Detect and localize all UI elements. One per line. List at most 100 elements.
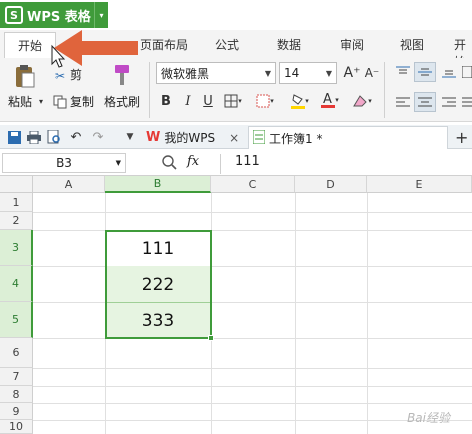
chevron-down-icon: ▾	[368, 97, 372, 105]
wps-logo-icon: S	[5, 6, 23, 24]
align-top-icon[interactable]	[394, 64, 412, 80]
chevron-down-icon: ▼	[115, 159, 121, 167]
chevron-down-icon: ▾	[238, 97, 242, 105]
grid-line	[33, 212, 472, 213]
spreadsheet-grid[interactable]: A B C D E 1 2 3 4 5 6 7 8 9 10 111 222 3…	[0, 176, 472, 434]
grid-line	[33, 230, 472, 231]
tab-my-wps-label: 我的WPS	[164, 131, 216, 145]
row-header-8[interactable]: 8	[0, 386, 33, 403]
tab-home[interactable]: 开始	[4, 32, 56, 58]
row-header-1[interactable]: 1	[0, 193, 33, 212]
paste-dropdown-icon[interactable]: ▾	[37, 96, 45, 106]
row-header-4[interactable]: 4	[0, 266, 33, 302]
annotation-arrow-icon	[51, 30, 138, 68]
row-header-2[interactable]: 2	[0, 212, 33, 230]
grid-line	[33, 368, 472, 369]
align-right-icon[interactable]	[440, 94, 458, 110]
app-title: WPS 表格	[27, 9, 91, 25]
row-header-7[interactable]: 7	[0, 368, 33, 386]
tab-page-layout[interactable]: 页面布局	[140, 36, 188, 53]
row-header-6[interactable]: 6	[0, 338, 33, 368]
align-left-icon[interactable]	[394, 94, 412, 110]
document-tab-bar: ↶ ↷ ▼ W 我的WPS × 工作簿1 * +	[0, 125, 472, 149]
fill-color-icon[interactable]: ▾	[288, 92, 312, 110]
tab-review[interactable]: 审阅	[340, 36, 364, 53]
align-center-icon[interactable]	[414, 92, 436, 112]
tab-my-wps[interactable]: W 我的WPS ×	[146, 126, 239, 149]
tab-data[interactable]: 数据	[277, 36, 301, 53]
paste-icon[interactable]	[12, 64, 38, 90]
select-all-corner[interactable]	[0, 176, 33, 193]
chevron-down-icon: ▾	[335, 96, 339, 104]
print-preview-icon[interactable]	[46, 129, 62, 145]
row-header-9[interactable]: 9	[0, 403, 33, 420]
column-header-e[interactable]: E	[367, 176, 472, 193]
name-box[interactable]: B3 ▼	[2, 153, 126, 173]
app-menu-button[interactable]: S WPS 表格 ▾	[0, 2, 108, 28]
chevron-down-icon: ▼	[325, 68, 332, 78]
chevron-down-icon: ▼	[264, 68, 271, 78]
row-header-10[interactable]: 10	[0, 420, 33, 434]
tab-view[interactable]: 视图	[400, 36, 424, 53]
ribbon-divider	[149, 62, 150, 118]
font-name-select[interactable]: 微软雅黑 ▼	[156, 62, 276, 84]
name-box-value: B3	[56, 156, 72, 170]
justify-icon[interactable]	[462, 94, 472, 110]
clear-format-icon[interactable]: ▾	[348, 92, 376, 110]
grid-line	[33, 338, 472, 339]
align-middle-icon[interactable]	[414, 62, 436, 82]
formula-input[interactable]: 111	[220, 154, 472, 174]
bold-button[interactable]: B	[158, 92, 174, 110]
font-size-value: 14	[284, 66, 300, 80]
grid-line	[33, 403, 472, 404]
borders-icon[interactable]: ▾	[222, 92, 244, 110]
close-icon[interactable]: ×	[229, 131, 239, 145]
column-header-c[interactable]: C	[211, 176, 295, 193]
formula-bar: B3 ▼ fx 111	[0, 151, 472, 176]
ribbon-divider	[384, 62, 385, 118]
chevron-down-icon: ▾	[305, 97, 309, 105]
tab-workbook1-label: 工作簿1 *	[269, 131, 323, 146]
grid-line	[33, 386, 472, 387]
column-header-b[interactable]: B	[105, 176, 211, 193]
grid-line	[33, 302, 472, 303]
row-header-3[interactable]: 3	[0, 230, 33, 266]
svg-text:A: A	[323, 92, 332, 107]
app-dropdown-icon[interactable]: ▾	[94, 2, 108, 28]
save-icon[interactable]	[6, 129, 22, 145]
title-bar: S WPS 表格 ▾	[0, 0, 472, 28]
zoom-search-icon[interactable]	[162, 155, 178, 171]
redo-icon[interactable]: ↷	[90, 129, 106, 145]
print-icon[interactable]	[26, 129, 42, 145]
chevron-down-icon: ▾	[270, 97, 274, 105]
cell-b3[interactable]: 111	[106, 231, 210, 266]
quick-access-dropdown-icon[interactable]: ▼	[122, 129, 138, 145]
tab-workbook1[interactable]: 工作簿1 *	[248, 126, 448, 149]
cell-b4[interactable]: 222	[106, 267, 210, 302]
paste-button[interactable]: 粘贴	[8, 93, 32, 110]
font-name-value: 微软雅黑	[161, 66, 210, 81]
grid-line	[33, 266, 472, 267]
underline-button[interactable]: U	[200, 92, 216, 110]
font-color-icon[interactable]: A ▾	[318, 90, 342, 110]
increase-font-button[interactable]: A⁺	[343, 64, 361, 82]
decrease-font-button[interactable]: A⁻	[363, 64, 381, 82]
font-size-select[interactable]: 14 ▼	[279, 62, 337, 84]
row-header-5[interactable]: 5	[0, 302, 33, 338]
column-header-a[interactable]: A	[33, 176, 105, 193]
undo-icon[interactable]: ↶	[68, 129, 84, 145]
copy-icon[interactable]	[52, 94, 68, 110]
tab-formulas[interactable]: 公式	[215, 36, 239, 53]
cell-b5[interactable]: 333	[106, 303, 210, 338]
format-painter-button[interactable]: 格式刷	[104, 93, 140, 110]
align-bottom-icon[interactable]	[440, 64, 458, 80]
add-tab-button[interactable]: +	[455, 126, 468, 149]
italic-button[interactable]: I	[180, 92, 196, 110]
orientation-icon[interactable]	[462, 64, 472, 80]
copy-button[interactable]: 复制	[70, 93, 94, 110]
column-header-d[interactable]: D	[295, 176, 367, 193]
spreadsheet-icon	[252, 129, 266, 147]
merge-cells-icon[interactable]: ▾	[252, 92, 278, 110]
insert-function-button[interactable]: fx	[187, 154, 199, 169]
wps-w-icon: W	[146, 130, 161, 145]
